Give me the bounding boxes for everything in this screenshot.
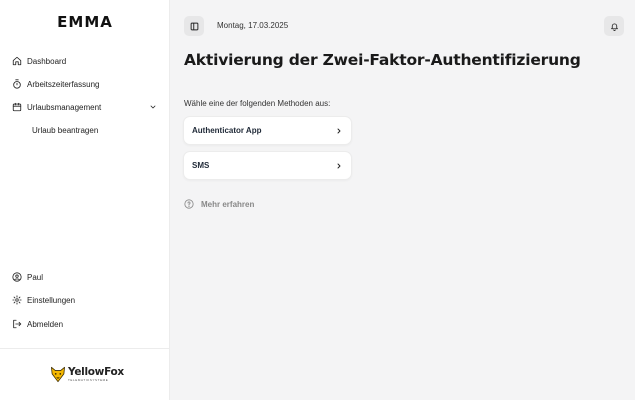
yellowfox-logo: YellowFox TELEMATIKSYSTEME — [50, 366, 124, 383]
help-circle-icon — [184, 199, 194, 209]
nav-urlaubsmanagement[interactable]: Urlaubsmanagement — [12, 98, 157, 116]
learn-more-label: Mehr erfahren — [201, 199, 255, 209]
bell-icon — [610, 22, 618, 31]
calendar-icon — [12, 102, 22, 112]
method-authenticator-app[interactable]: Authenticator App — [183, 116, 352, 145]
logout-icon — [12, 319, 22, 329]
sidebar-toggle-button[interactable] — [184, 16, 204, 36]
nav-arbeitszeiterfassung-label: Arbeitszeiterfassung — [27, 79, 100, 89]
learn-more-link[interactable]: Mehr erfahren — [184, 199, 254, 209]
current-date: Montag, 17.03.2025 — [217, 21, 289, 30]
nav-abmelden-label: Abmelden — [27, 319, 64, 329]
logo-tagline: TELEMATIKSYSTEME — [68, 377, 109, 382]
notifications-button[interactable] — [604, 16, 624, 36]
page-title: Aktivierung der Zwei-Faktor-Authentifizi… — [184, 51, 581, 69]
nav-arbeitszeiterfassung[interactable]: Arbeitszeiterfassung — [12, 75, 157, 93]
chevron-down-icon — [149, 103, 157, 111]
nav-abmelden[interactable]: Abmelden — [12, 315, 157, 333]
method-label: SMS — [192, 161, 210, 170]
logo-name: YellowFox — [68, 366, 124, 379]
sidebar-toggle-icon — [190, 22, 198, 30]
stopwatch-icon — [12, 79, 22, 89]
user-circle-icon — [12, 272, 22, 282]
sidebar: EMMA Dashboard Arbeitszeiterfassung Urla… — [0, 0, 170, 400]
fox-logo-icon — [51, 366, 65, 383]
nav-urlaubsmanagement-label: Urlaubsmanagement — [27, 102, 102, 112]
method-instruction: Wähle eine der folgenden Methoden aus: — [184, 99, 331, 108]
nav-urlaub-beantragen[interactable]: Urlaub beantragen — [32, 122, 98, 138]
method-label: Authenticator App — [192, 126, 262, 135]
method-sms[interactable]: SMS — [183, 151, 352, 180]
chevron-right-icon — [335, 162, 343, 170]
home-icon — [12, 56, 22, 66]
nav-einstellungen-label: Einstellungen — [27, 295, 76, 305]
app-brand: EMMA — [57, 13, 113, 31]
nav-profile[interactable]: Paul — [12, 268, 157, 286]
nav-einstellungen[interactable]: Einstellungen — [12, 291, 157, 309]
nav-dashboard[interactable]: Dashboard — [12, 52, 157, 70]
gear-icon — [12, 295, 22, 305]
nav-dashboard-label: Dashboard — [27, 56, 67, 66]
chevron-right-icon — [335, 127, 343, 135]
main-content: Montag, 17.03.2025 Aktivierung der Zwei-… — [171, 0, 635, 400]
sidebar-divider — [0, 348, 170, 349]
nav-profile-label: Paul — [27, 272, 44, 282]
